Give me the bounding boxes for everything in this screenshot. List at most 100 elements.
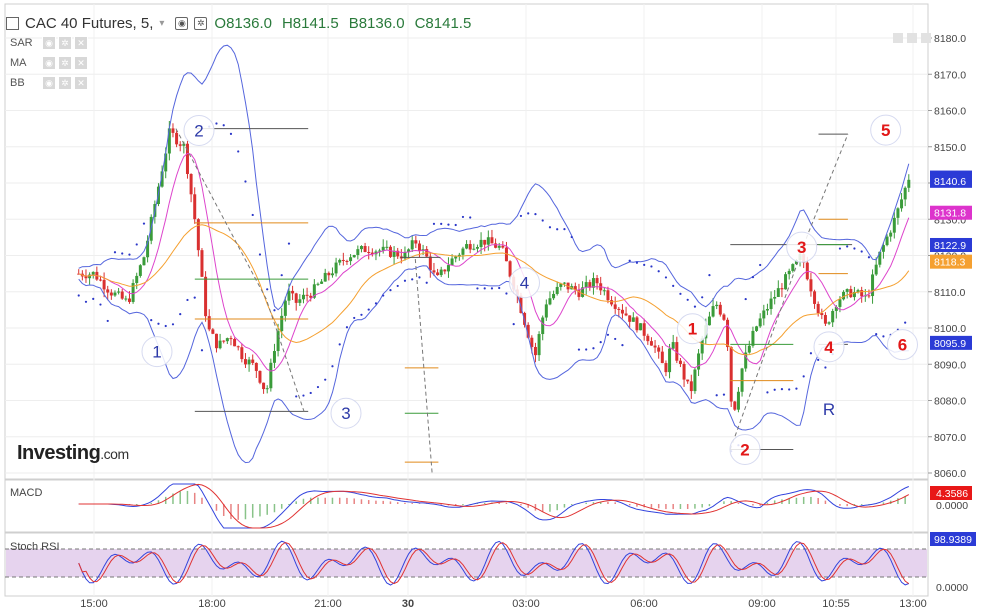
sar-dot (657, 270, 660, 273)
sar-dot (838, 247, 842, 250)
candle-body (113, 292, 117, 296)
candle-body (707, 316, 711, 326)
candle-body (193, 194, 197, 220)
gear-icon[interactable]: ✲ (58, 36, 72, 50)
gear-icon[interactable]: ✲ (194, 16, 208, 30)
candle-body (758, 318, 762, 327)
candle-body (283, 300, 287, 316)
sar-dot (113, 251, 117, 254)
indicator-row-bb[interactable]: BB ◉ ✲ ✕ (10, 75, 90, 91)
candle-body (602, 290, 606, 292)
candle-body (338, 259, 342, 263)
sar-dot (599, 341, 602, 344)
sar-dot (84, 300, 88, 303)
candle-body (225, 338, 229, 342)
sar-dot (374, 302, 378, 305)
x-tick-label: 30 (402, 598, 414, 610)
sar-dot (280, 274, 283, 277)
gear-icon[interactable]: ✲ (58, 76, 72, 90)
eye-icon[interactable]: ◉ (42, 36, 56, 50)
y-tick-label: 8170.0 (934, 69, 966, 81)
candle-body (207, 316, 211, 330)
candle-body (262, 382, 266, 390)
candle-body (218, 340, 222, 349)
candle-body (769, 298, 773, 309)
sar-dot (128, 253, 131, 256)
candle-body (729, 347, 733, 402)
close-icon[interactable]: ✕ (74, 76, 88, 90)
sar-dot (541, 219, 544, 222)
candle-body (889, 232, 893, 237)
symbol-title[interactable]: CAC 40 Futures, 5, (25, 15, 153, 32)
indicator-label-sar: SAR (10, 37, 33, 49)
wave-label: 1 (688, 320, 697, 339)
eye-icon[interactable]: ◉ (42, 76, 56, 90)
candle-body (682, 363, 686, 380)
sar-dot (817, 358, 820, 361)
candle-body (106, 289, 110, 293)
candle-body (483, 239, 487, 245)
wave-label: 2 (194, 121, 203, 140)
candle-body (613, 304, 617, 309)
candle-body (606, 290, 610, 301)
chart-tools[interactable] (893, 33, 935, 43)
menu-icon[interactable] (921, 33, 931, 43)
candle-body (657, 347, 661, 352)
down-arrow-icon[interactable] (907, 33, 917, 43)
candle-body (620, 309, 624, 314)
up-arrow-icon[interactable] (893, 33, 903, 43)
candle-body (479, 239, 483, 248)
ohlc-values: O8136.0 H8141.5 B8136.0 C8141.5 (214, 15, 481, 32)
sar-dot (882, 335, 885, 338)
candle-body (486, 237, 490, 245)
candle-body (693, 369, 697, 392)
wave-label: 1 (152, 343, 161, 362)
sar-dot (548, 226, 552, 229)
candle-body (755, 326, 759, 331)
indicator-row-sar[interactable]: SAR ◉ ✲ ✕ (10, 35, 90, 51)
eye-icon[interactable]: ◉ (42, 56, 56, 70)
x-tick-label: 13:00 (899, 598, 927, 610)
chevron-down-icon[interactable]: ▾ (159, 18, 164, 29)
candle-body (349, 257, 353, 262)
sar-dot (200, 349, 204, 352)
open-value: O8136.0 (214, 14, 272, 32)
price-chart[interactable]: 8180.08170.08160.08150.08140.08130.08120… (0, 0, 986, 610)
candle-body (896, 208, 900, 218)
candle-body (497, 245, 501, 248)
sar-dot (222, 124, 225, 127)
candle-body (711, 306, 715, 317)
sar-dot (193, 296, 196, 299)
candle-body (388, 246, 392, 257)
candle-body (211, 329, 215, 334)
candle-body (787, 270, 791, 275)
sar-dot (809, 352, 813, 355)
candle-body (733, 401, 737, 410)
candle-body (327, 272, 331, 276)
candle-body (475, 247, 479, 249)
sar-dot (99, 303, 102, 306)
close-icon[interactable]: ✕ (74, 56, 88, 70)
indicator-row-ma[interactable]: MA ◉ ✲ ✕ (10, 55, 90, 71)
sar-dot (142, 222, 146, 225)
sar-dot (519, 214, 523, 218)
collapse-icon[interactable] (6, 16, 19, 30)
close-icon[interactable]: ✕ (74, 36, 88, 50)
sar-dot (498, 286, 501, 290)
gear-icon[interactable]: ✲ (58, 56, 72, 70)
candle-body (541, 317, 545, 335)
eye-icon[interactable]: ◉ (175, 16, 189, 30)
macd-label: MACD (10, 487, 43, 499)
sar-dot (411, 278, 414, 281)
y-tick-label: 8060.0 (934, 468, 966, 480)
candle-body (298, 299, 302, 303)
wave-label: R (823, 400, 835, 419)
sar-dot (273, 309, 276, 312)
sar-dot (824, 366, 827, 369)
macd-zero-label: 0.0000 (936, 500, 968, 512)
candle-body (860, 290, 864, 297)
sar-dot (454, 223, 457, 227)
high-value: H8141.5 (281, 14, 339, 32)
candle-body (305, 294, 309, 296)
x-tick-label: 09:00 (748, 598, 776, 610)
